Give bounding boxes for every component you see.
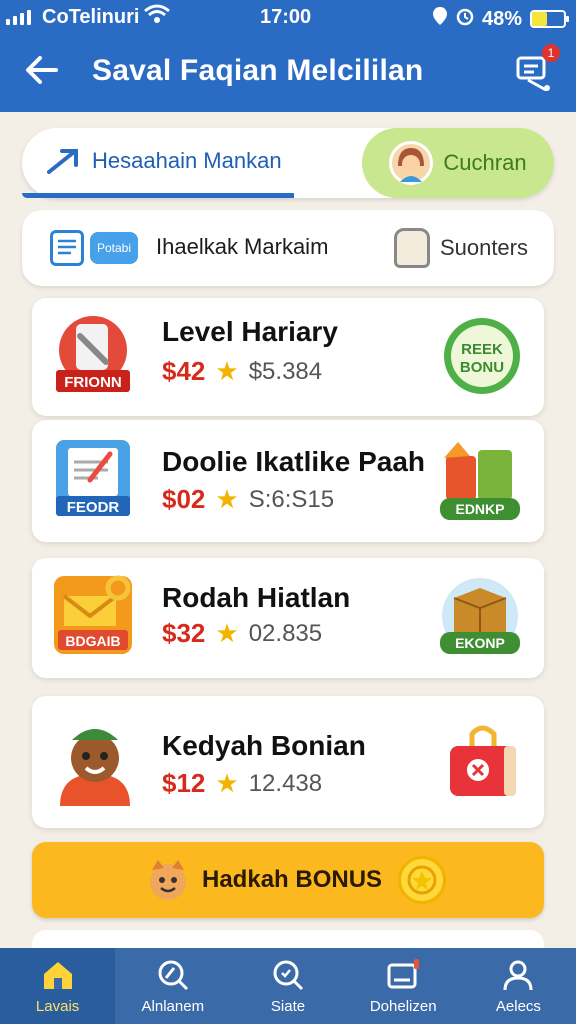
status-time: 17:00 xyxy=(260,6,312,28)
nav-inbox-label: Dohelizen xyxy=(369,997,437,1015)
price: $02 xyxy=(162,484,206,514)
shopping-bag-icon xyxy=(393,228,430,268)
tab-products[interactable]: Hesaahain Mankan xyxy=(46,146,282,176)
nav-search[interactable]: Siate xyxy=(230,948,345,1024)
price: $32 xyxy=(162,618,206,648)
coin-icon xyxy=(398,856,446,904)
profile-icon xyxy=(503,960,533,990)
old-price: $5.384 xyxy=(248,357,323,385)
trend-arrow-icon xyxy=(47,149,78,174)
product-card[interactable]: FEODR Doolie Ikatlike Paah $02 ★ S:6:S15… xyxy=(32,420,544,542)
battery-percent: 48% xyxy=(481,7,522,30)
filter-bar: Potabi Ihaelkak Markaim Suonters xyxy=(22,210,554,286)
active-tab-indicator xyxy=(22,193,294,198)
battery-icon xyxy=(530,10,569,28)
badge-label: EDNKP xyxy=(455,501,504,517)
star-icon: ★ xyxy=(215,618,239,648)
arrow-left-icon xyxy=(26,56,58,84)
card-title: Level Hariary xyxy=(162,316,338,347)
home-icon xyxy=(43,961,72,989)
tab-community[interactable]: Cuchran xyxy=(362,128,554,198)
price: $42 xyxy=(162,356,206,386)
price: $12 xyxy=(162,768,206,798)
sort-label: Suonters xyxy=(439,235,528,260)
product-card[interactable]: FRIONN Level Hariary $42 ★ $5.384 REEK B… xyxy=(32,298,544,416)
star-icon: ★ xyxy=(215,768,239,798)
card-price-row: $42 ★ $5.384 xyxy=(162,356,322,387)
mascot-icon xyxy=(146,856,190,904)
signal-icon xyxy=(6,10,31,25)
notification-badge: 1 xyxy=(542,44,560,62)
card-art-mascot xyxy=(50,714,140,806)
cart-button[interactable]: 1 xyxy=(514,44,560,94)
card-price-row: $12 ★ 12.438 xyxy=(162,768,322,799)
old-price: 12.438 xyxy=(248,769,323,797)
page-title: Saval Faqian Melcililan xyxy=(92,54,424,87)
app-header: CoTelinuri 17:00 48% Saval Faqian Melcil… xyxy=(0,0,576,112)
card-price-row: $32 ★ 02.835 xyxy=(162,618,322,649)
card-art-label: BDGAIB xyxy=(65,633,120,649)
lock-badge[interactable] xyxy=(442,718,522,802)
sort-button[interactable]: Suonters xyxy=(393,228,528,268)
explore-icon xyxy=(158,960,188,990)
bottom-nav: Lavais Alnlanem Siate Dohelizen Aelecs xyxy=(0,948,576,1024)
product-card[interactable]: Kedyah Bonian $12 ★ 12.438 xyxy=(32,696,544,828)
nav-inbox[interactable]: Dohelizen xyxy=(346,948,461,1024)
nav-profile-label: Aelecs xyxy=(495,997,541,1015)
bonus-badge[interactable]: REEK BONU xyxy=(442,316,522,396)
old-price: S:6:S15 xyxy=(248,485,335,513)
search-icon xyxy=(273,960,304,990)
location-icon xyxy=(432,6,448,32)
food-badge[interactable]: EDNKP xyxy=(438,436,522,522)
avatar xyxy=(389,141,434,185)
bonus-banner[interactable]: Hadkah BONUS xyxy=(32,842,544,918)
badge-label: EKONP xyxy=(455,635,505,651)
badge-line2: BONU xyxy=(460,359,504,376)
star-icon: ★ xyxy=(215,484,239,514)
card-price-row: $02 ★ S:6:S15 xyxy=(162,484,334,515)
product-card[interactable]: BDGAIB Rodah Hiatlan $32 ★ 02.835 EKONP xyxy=(32,558,544,678)
tab-community-label: Cuchran xyxy=(443,150,527,175)
nav-explore-label: Alnlanem xyxy=(141,997,205,1015)
badge-line1: REEK xyxy=(461,341,503,358)
box-badge[interactable]: EKONP xyxy=(438,576,522,662)
filter-label[interactable]: Ihaelkak Markaim xyxy=(156,234,328,260)
status-right: 48% xyxy=(432,6,569,32)
old-price: 02.835 xyxy=(248,619,323,647)
bonus-label: Hadkah BONUS xyxy=(202,866,383,893)
document-icon xyxy=(50,230,84,266)
nav-home[interactable]: Lavais xyxy=(0,948,116,1024)
filter-pill[interactable]: Potabi xyxy=(90,232,138,264)
back-button[interactable] xyxy=(22,50,66,94)
status-bar: CoTelinuri 17:00 48% xyxy=(0,4,576,30)
alarm-icon xyxy=(456,6,474,32)
nav-search-label: Siate xyxy=(270,997,306,1015)
carrier-name: CoTelinuri xyxy=(42,6,140,28)
card-title: Kedyah Bonian xyxy=(162,730,366,761)
card-art-envelope: BDGAIB xyxy=(50,572,136,658)
battery-level xyxy=(532,12,548,26)
card-art-tools: FRIONN xyxy=(50,312,136,398)
inbox-icon xyxy=(387,958,420,988)
star-icon: ★ xyxy=(215,356,239,386)
tab-products-label: Hesaahain Mankan xyxy=(92,148,282,173)
card-title: Rodah Hiatlan xyxy=(162,582,351,613)
tab-bar: Hesaahain Mankan Cuchran xyxy=(22,128,554,198)
wifi-icon xyxy=(144,4,170,30)
nav-explore[interactable]: Alnlanem xyxy=(115,948,230,1024)
card-art-label: FRIONN xyxy=(64,374,122,391)
card-art-clipboard: FEODR xyxy=(50,436,136,522)
card-art-label: FEODR xyxy=(67,499,120,516)
nav-home-label: Lavais xyxy=(35,997,80,1015)
nav-profile[interactable]: Aelecs xyxy=(461,948,576,1024)
card-title: Doolie Ikatlike Paah xyxy=(162,446,425,477)
